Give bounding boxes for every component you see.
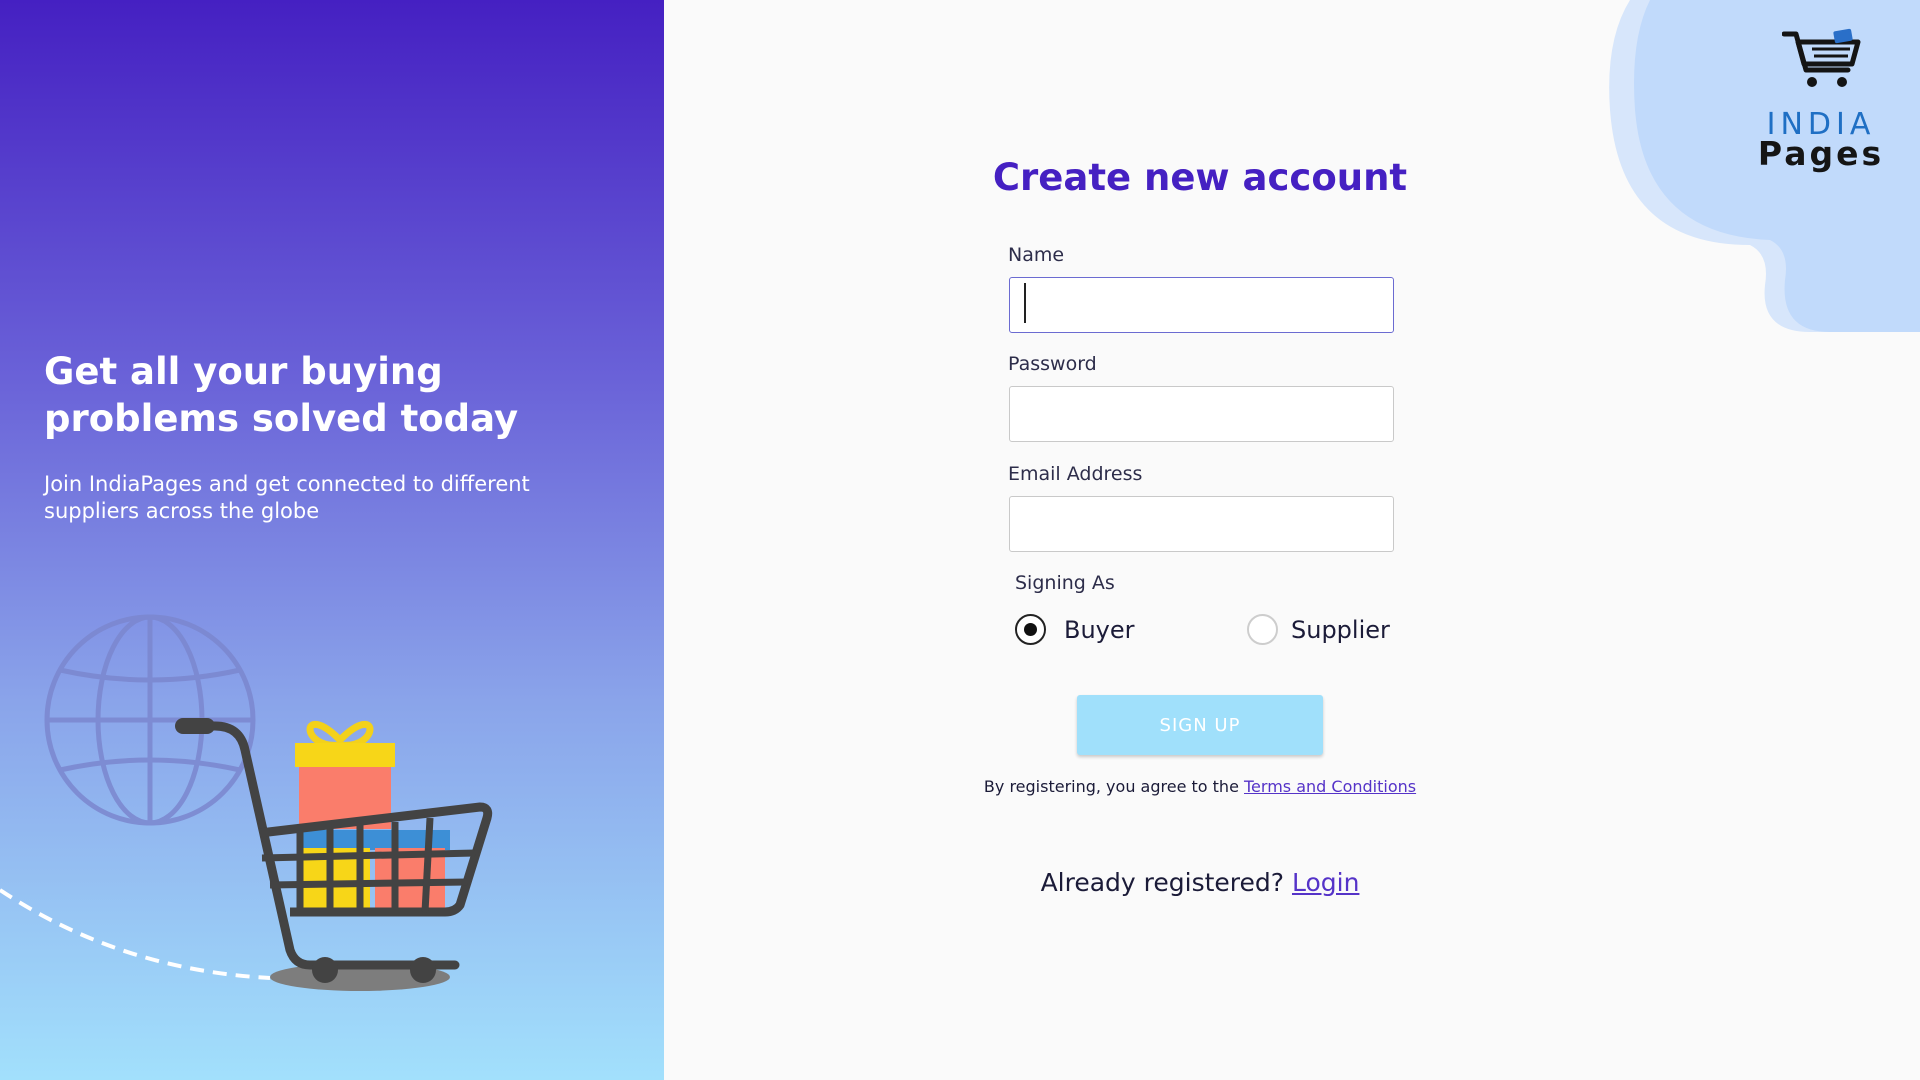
name-field[interactable] bbox=[1009, 277, 1394, 333]
gift-icon bbox=[295, 720, 395, 829]
shopping-illustration bbox=[0, 614, 493, 991]
terms-prefix: By registering, you agree to the bbox=[983, 777, 1244, 796]
supplier-radio[interactable] bbox=[1247, 614, 1278, 645]
signing-as-label: Signing As bbox=[1015, 572, 1115, 594]
email-field[interactable] bbox=[1009, 496, 1394, 552]
hero-subtitle: Join IndiaPages and get connected to dif… bbox=[44, 472, 530, 523]
page-title: Create new account bbox=[992, 156, 1408, 199]
buyer-radio[interactable] bbox=[1015, 614, 1046, 645]
password-field[interactable] bbox=[1009, 386, 1394, 442]
already-registered-prefix: Already registered? bbox=[1040, 868, 1292, 897]
email-label: Email Address bbox=[1008, 463, 1143, 485]
radio-selected-dot bbox=[1024, 623, 1037, 636]
terms-link[interactable]: Terms and Conditions bbox=[1244, 777, 1416, 796]
shopping-cart-icon bbox=[175, 718, 493, 983]
buyer-radio-label[interactable]: Buyer bbox=[1064, 616, 1135, 644]
signup-button[interactable]: SIGN UP bbox=[1077, 695, 1323, 755]
login-link[interactable]: Login bbox=[1292, 868, 1359, 897]
india-pages-logo[interactable]: INDIA Pages bbox=[1756, 24, 1886, 171]
already-registered-text: Already registered? Login bbox=[960, 868, 1440, 897]
name-label: Name bbox=[1008, 244, 1065, 266]
hero-title: Get all your buying problems solved toda… bbox=[44, 350, 519, 440]
terms-text: By registering, you agree to the Terms a… bbox=[960, 777, 1440, 796]
text-caret bbox=[1024, 283, 1026, 323]
logo-cart-icon bbox=[1782, 28, 1861, 87]
password-label: Password bbox=[1008, 353, 1097, 375]
hero-panel: Get all your buying problems solved toda… bbox=[0, 0, 664, 1080]
dashed-path bbox=[0, 888, 271, 980]
supplier-radio-label[interactable]: Supplier bbox=[1291, 616, 1390, 644]
globe-icon bbox=[44, 614, 256, 826]
logo-text-pages: Pages bbox=[1757, 134, 1885, 173]
